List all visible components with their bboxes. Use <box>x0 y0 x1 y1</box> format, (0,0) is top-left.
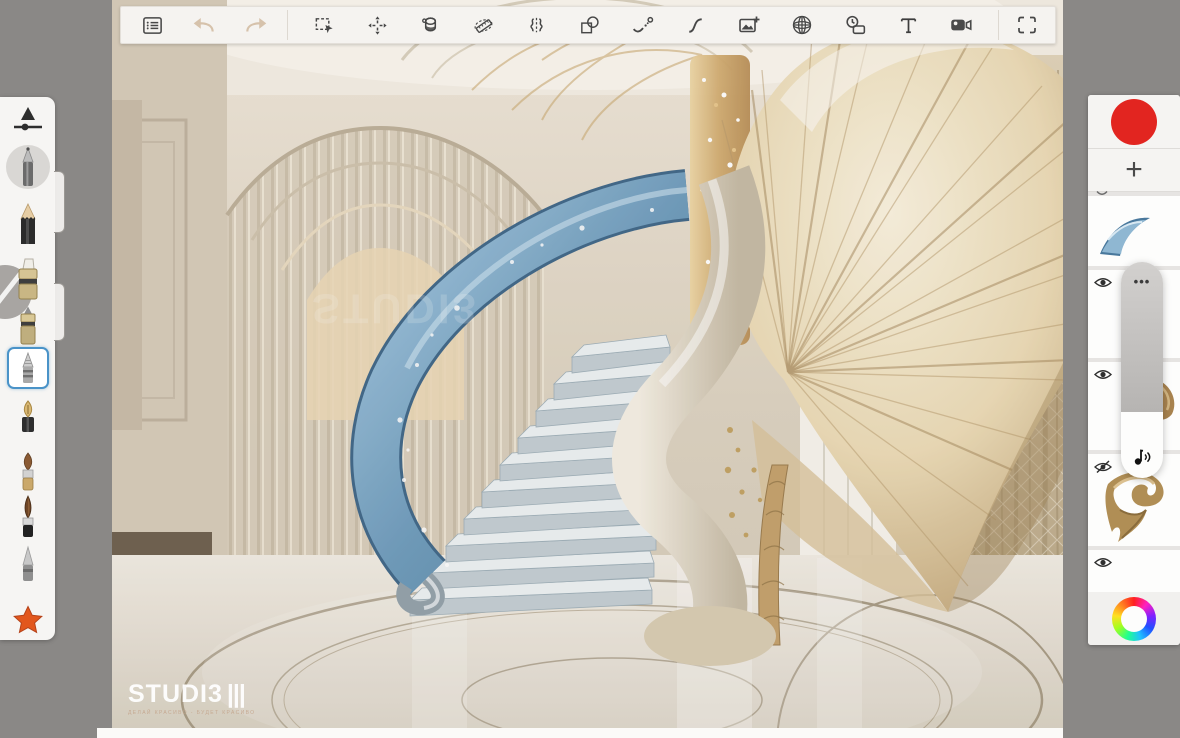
perspective-button[interactable] <box>789 12 815 38</box>
camera-icon <box>951 19 972 31</box>
layer-2-visibility-eye-icon[interactable] <box>1094 276 1112 289</box>
guides-tool-button[interactable] <box>471 12 497 38</box>
watermark-bars: ||| <box>226 680 246 708</box>
brush-marker[interactable] <box>0 305 55 345</box>
brush-pencil[interactable] <box>0 203 55 245</box>
active-color-section <box>1088 95 1180 149</box>
pencil-icon <box>19 203 36 244</box>
brush-technical-pen-selected[interactable] <box>7 347 49 389</box>
stroke-icon <box>689 17 703 33</box>
fullscreen-button[interactable] <box>1014 12 1040 38</box>
color-wheel-section <box>1088 592 1180 645</box>
brush-round[interactable] <box>0 451 55 493</box>
toolbar-tools-group <box>288 7 998 43</box>
time-lapse-icon <box>846 15 865 34</box>
fullscreen-icon <box>1018 16 1036 34</box>
fill-tool-button[interactable] <box>418 12 444 38</box>
pointed-brush-icon <box>22 495 33 537</box>
undo-button[interactable] <box>191 12 217 38</box>
selection-icon <box>315 17 333 33</box>
layer-3-visibility-eye-icon[interactable] <box>1094 368 1112 381</box>
predictive-stroke-button[interactable] <box>630 12 656 38</box>
brush-fountain-pen[interactable] <box>0 399 55 441</box>
import-image-icon <box>739 16 760 33</box>
brush-airbrush[interactable] <box>0 545 55 583</box>
watermark-tagline: ДЕЛАЙ КРАСИВО - БУДЕТ КРАСИВО <box>128 710 256 716</box>
toolbar-history-group <box>121 7 287 43</box>
canvas-blank-edge <box>97 728 1063 738</box>
brush-panel-flap-top[interactable] <box>54 171 65 233</box>
drawing-canvas[interactable]: STUDI3 STUDI3 ||| ДЕЛАЙ КРАСИВО - БУДЕТ … <box>112 0 1063 728</box>
active-brush-circle <box>5 145 50 189</box>
undo-icon <box>193 17 214 32</box>
symmetry-tool-button[interactable] <box>524 12 550 38</box>
ballpoint-pen-icon <box>21 146 34 186</box>
layer-row-1[interactable] <box>1088 196 1180 266</box>
artwork-interior-render: STUDI3 <box>112 0 1063 728</box>
brush-palette <box>0 97 55 640</box>
marker-icon <box>20 306 35 345</box>
text-tool-button[interactable] <box>895 12 921 38</box>
predictive-stroke-icon <box>633 16 654 32</box>
transform-icon <box>368 15 387 35</box>
layer-row-5[interactable] <box>1088 550 1180 594</box>
brush-panel-flap-bottom[interactable] <box>54 283 65 341</box>
menu-button[interactable] <box>139 12 165 38</box>
airbrush-icon <box>21 545 34 581</box>
favorites-star-icon <box>12 605 43 634</box>
symmetry-icon <box>530 17 543 32</box>
layer-thumbnail-blue-ribbon <box>1100 217 1150 256</box>
redo-icon <box>246 17 267 32</box>
brush-chisel-marker[interactable] <box>0 257 55 301</box>
redo-button[interactable] <box>243 12 269 38</box>
chisel-marker-icon <box>18 258 37 300</box>
volume-more-dots-icon[interactable]: ••• <box>1121 274 1163 289</box>
fill-icon <box>422 16 437 31</box>
brush-settings-icon <box>13 107 42 131</box>
watermark-logo: STUDI3 <box>128 680 223 708</box>
favorites-star-button[interactable] <box>0 605 55 635</box>
import-image-button[interactable] <box>736 12 762 38</box>
layer-4-visibility-eye-off-icon[interactable] <box>1094 460 1112 474</box>
fountain-pen-icon <box>21 400 34 432</box>
time-lapse-button[interactable] <box>842 12 868 38</box>
shapes-tool-button[interactable] <box>577 12 603 38</box>
app-root: { "app": { "background_color": "#8a8886"… <box>0 0 1180 738</box>
selection-tool-button[interactable] <box>312 12 338 38</box>
brush-settings-button[interactable] <box>0 105 55 135</box>
transform-tool-button[interactable] <box>365 12 391 38</box>
round-brush-icon <box>22 452 33 491</box>
technical-pen-icon <box>22 351 34 383</box>
add-layer-button[interactable]: + <box>1088 149 1180 192</box>
layer-5-visibility-eye-icon[interactable] <box>1094 556 1112 569</box>
camera-record-button[interactable] <box>948 12 974 38</box>
shapes-icon <box>581 15 599 33</box>
layer-scroll-hint-icon <box>1096 190 1108 197</box>
text-icon <box>900 17 916 33</box>
menu-icon <box>142 16 162 34</box>
brush-pointed[interactable] <box>0 495 55 539</box>
guides-ruler-icon <box>474 18 493 33</box>
music-note-icon <box>1121 446 1163 468</box>
brush-ballpoint-pen[interactable] <box>0 145 55 189</box>
watermark: STUDI3 ||| ДЕЛАЙ КРАСИВО - БУДЕТ КРАСИВО <box>128 680 255 716</box>
stroke-tool-button[interactable] <box>683 12 709 38</box>
top-toolbar <box>120 6 1056 44</box>
color-wheel-button[interactable] <box>1112 596 1156 641</box>
perspective-icon <box>792 15 812 35</box>
volume-slider-overlay[interactable]: ••• <box>1121 262 1163 478</box>
active-color-swatch[interactable] <box>1111 98 1157 145</box>
